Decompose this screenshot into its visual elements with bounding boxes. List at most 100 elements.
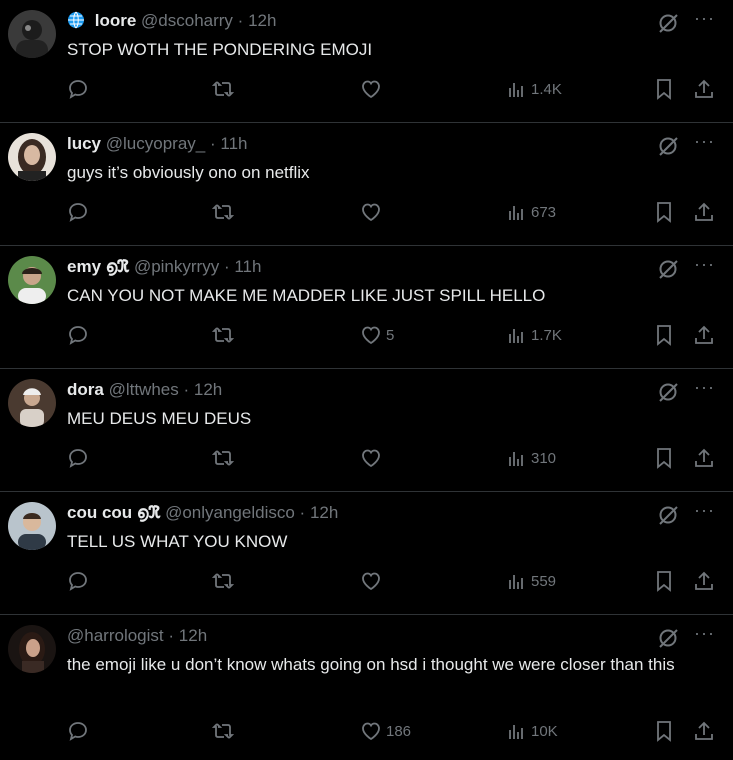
display-name[interactable]: lucy (67, 134, 101, 153)
display-name[interactable]: cou cou ൭ℜ (67, 503, 160, 522)
handle[interactable]: @harrologist (67, 626, 164, 645)
avatar[interactable] (8, 502, 56, 550)
retweet-button[interactable] (212, 200, 234, 224)
separator-dot: · (183, 380, 190, 399)
share-button[interactable] (693, 446, 715, 470)
share-button[interactable] (693, 200, 715, 224)
like-button[interactable] (360, 77, 386, 101)
share-button[interactable] (693, 719, 715, 743)
share-icon (695, 571, 713, 590)
tweet[interactable]: emy ൭ℜ @pinkyrryy · 11h ··· CAN YOU NOT … (0, 246, 733, 369)
like-button[interactable]: 186 (360, 719, 411, 743)
more-options-button[interactable]: ··· (694, 254, 715, 275)
reply-button[interactable] (67, 77, 89, 101)
grok-icon[interactable] (657, 504, 679, 531)
bookmark-button[interactable] (654, 200, 674, 224)
tweet-text: the emoji like u don’t know whats going … (67, 655, 675, 674)
avatar[interactable] (8, 256, 56, 304)
like-button[interactable]: 5 (360, 323, 394, 347)
retweet-button[interactable] (212, 446, 234, 470)
reply-button[interactable] (67, 719, 89, 743)
timestamp[interactable]: 11h (234, 257, 261, 276)
share-button[interactable] (693, 569, 715, 593)
like-button[interactable] (360, 200, 386, 224)
reply-icon (69, 326, 87, 345)
handle[interactable]: @pinkyrryy (134, 257, 219, 276)
views-button[interactable]: 10K (507, 719, 558, 743)
share-button[interactable] (693, 77, 715, 101)
view-count: 1.4K (531, 80, 562, 98)
reply-button[interactable] (67, 569, 89, 593)
timestamp[interactable]: 12h (248, 11, 276, 30)
views-button[interactable]: 310 (507, 446, 556, 470)
heart-icon (362, 80, 380, 99)
like-count: 5 (386, 326, 395, 344)
tweet[interactable]: @harrologist · 12h ··· the emoji like u … (0, 615, 733, 760)
bookmark-button[interactable] (654, 323, 674, 347)
handle[interactable]: @dscoharry (141, 11, 233, 30)
like-button[interactable] (360, 569, 386, 593)
share-icon (695, 448, 713, 467)
avatar[interactable] (8, 625, 56, 673)
more-options-button[interactable]: ··· (694, 131, 715, 152)
grok-icon[interactable] (657, 381, 679, 408)
handle[interactable]: @lucyopray_ (106, 134, 205, 153)
tweet[interactable]: dora @lttwhes · 12h ··· MEU DEUS MEU DEU… (0, 369, 733, 492)
timestamp[interactable]: 12h (179, 626, 207, 645)
tweet-text: MEU DEUS MEU DEUS (67, 409, 252, 428)
handle[interactable]: @lttwhes (109, 380, 179, 399)
tweet[interactable]: cou cou ൭ℜ @onlyangeldisco · 12h ··· TEL… (0, 492, 733, 615)
grok-icon[interactable] (657, 135, 679, 162)
share-icon (695, 325, 713, 344)
more-options-button[interactable]: ··· (694, 500, 715, 521)
display-name[interactable]: loore (95, 11, 137, 30)
retweet-button[interactable] (212, 569, 234, 593)
bookmark-button[interactable] (654, 569, 674, 593)
retweet-button[interactable] (212, 719, 234, 743)
share-icon (695, 202, 713, 221)
bookmark-button[interactable] (654, 77, 674, 101)
tweet-text: STOP WOTH THE PONDERING EMOJI (67, 40, 373, 59)
timestamp[interactable]: 12h (310, 503, 338, 522)
reply-button[interactable] (67, 446, 89, 470)
avatar[interactable] (8, 379, 56, 427)
bookmark-button[interactable] (654, 719, 674, 743)
action-bar: 310 (67, 446, 733, 470)
reply-button[interactable] (67, 200, 89, 224)
tweet[interactable]: lucy @lucyopray_ · 11h ··· guys it’s obv… (0, 123, 733, 246)
action-bar: 559 (67, 569, 733, 593)
share-button[interactable] (693, 323, 715, 347)
handle[interactable]: @onlyangeldisco (165, 503, 295, 522)
reply-icon (69, 203, 87, 222)
share-icon (695, 721, 713, 740)
views-button[interactable]: 1.7K (507, 323, 562, 347)
more-options-button[interactable]: ··· (694, 8, 715, 29)
view-count: 310 (531, 449, 557, 467)
grok-icon[interactable] (657, 12, 679, 39)
retweet-button[interactable] (212, 323, 234, 347)
heart-icon (362, 572, 380, 591)
share-icon (695, 79, 713, 98)
display-name[interactable]: dora (67, 380, 104, 399)
action-bar: 186 10K (67, 719, 733, 743)
analytics-icon (509, 452, 523, 466)
more-options-button[interactable]: ··· (694, 377, 715, 398)
reply-button[interactable] (67, 323, 89, 347)
tweet-header: emy ൭ℜ @pinkyrryy · 11h (67, 257, 663, 279)
avatar[interactable] (8, 10, 56, 58)
views-button[interactable]: 673 (507, 200, 556, 224)
views-button[interactable]: 1.4K (507, 77, 562, 101)
retweet-button[interactable] (212, 77, 234, 101)
timestamp[interactable]: 12h (194, 380, 222, 399)
grok-icon[interactable] (657, 258, 679, 285)
more-options-button[interactable]: ··· (694, 623, 715, 644)
timestamp[interactable]: 11h (220, 134, 247, 153)
like-button[interactable] (360, 446, 386, 470)
views-button[interactable]: 559 (507, 569, 556, 593)
bookmark-button[interactable] (654, 446, 674, 470)
avatar[interactable] (8, 133, 56, 181)
tweet-header: dora @lttwhes · 12h (67, 380, 663, 402)
tweet[interactable]: loore @dscoharry · 12h ··· STOP WOTH THE… (0, 0, 733, 123)
display-name[interactable]: emy ൭ℜ (67, 257, 129, 276)
grok-icon[interactable] (657, 627, 679, 654)
